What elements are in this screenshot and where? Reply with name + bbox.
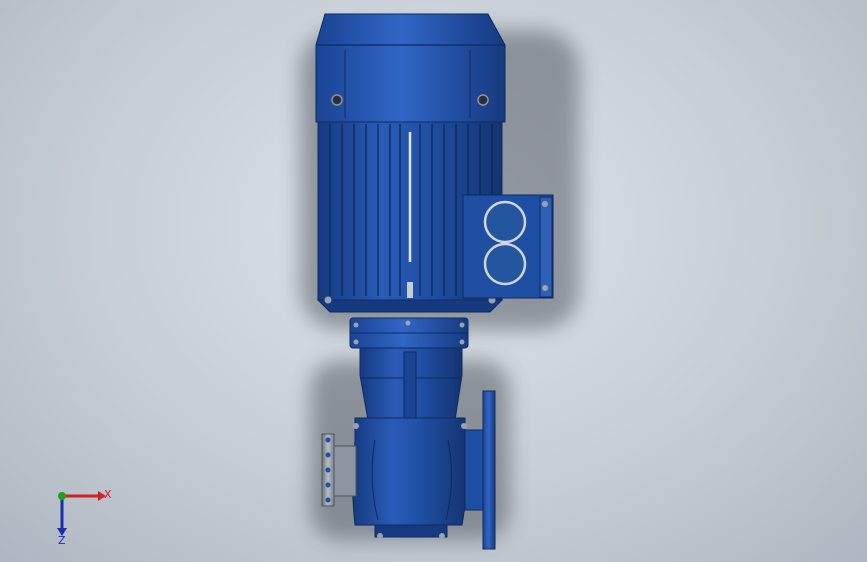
- cap-bolt-left: [331, 94, 343, 106]
- z-axis-label: Z: [58, 534, 66, 546]
- drain-plug: [407, 282, 413, 298]
- terminal-box: [462, 194, 554, 299]
- x-axis-label: X: [104, 488, 112, 501]
- axis-triad: X Z: [57, 480, 112, 546]
- triad-plane: [62, 480, 89, 496]
- pump-motor-model[interactable]: [0, 0, 867, 562]
- y-axis-dot: [58, 492, 66, 500]
- pump-casing: [352, 417, 468, 539]
- motor-fan-cover: [315, 13, 506, 123]
- cap-bolt-right: [477, 94, 489, 106]
- motor-flange: [349, 317, 469, 349]
- 3d-viewport[interactable]: X Z: [0, 0, 867, 562]
